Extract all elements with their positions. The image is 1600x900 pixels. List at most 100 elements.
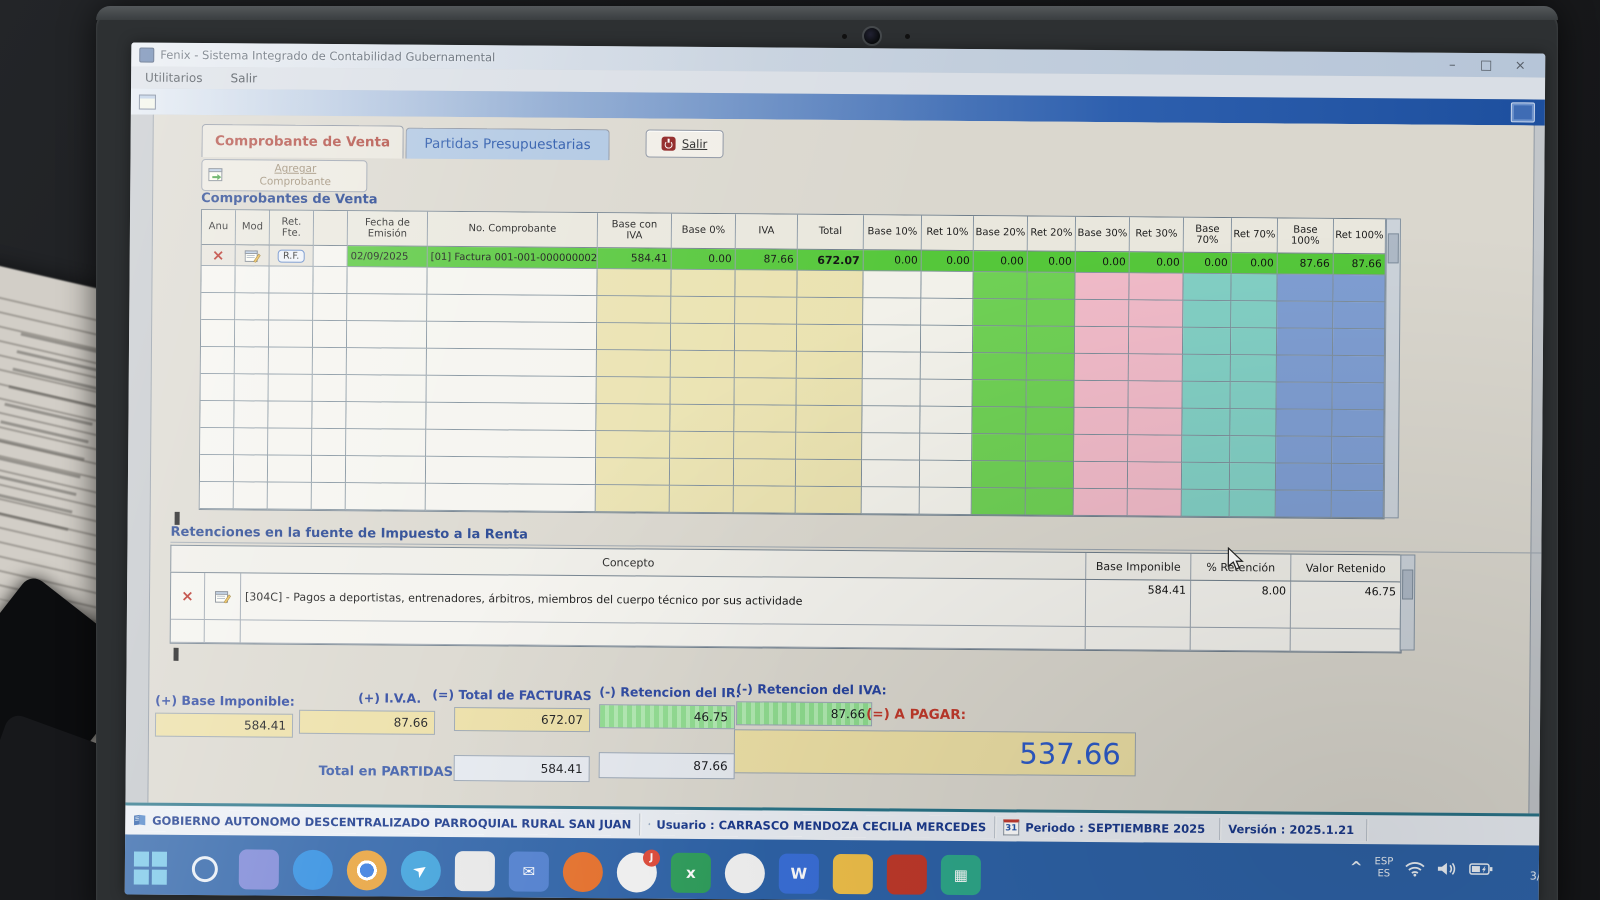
empty-cell [920, 434, 972, 461]
empty-cell [1333, 275, 1385, 302]
menu-salir[interactable]: Salir [216, 71, 271, 85]
empty-cell [312, 456, 346, 483]
empty-cell [597, 377, 671, 405]
menu-utilitarios[interactable]: Utilitarios [131, 70, 217, 85]
taskbar-icon-search[interactable] [185, 849, 225, 889]
scrollbar-thumb[interactable] [1402, 569, 1413, 599]
empty-cell [235, 293, 269, 320]
taskbar-icon-gmail[interactable]: J [617, 852, 657, 892]
empty-cell [313, 321, 347, 348]
column-header-base-20%: Base 20% [974, 216, 1028, 251]
empty-cell [1075, 300, 1129, 327]
empty-cell [1182, 409, 1230, 436]
empty-cell [427, 322, 597, 350]
taskbar-icon-mail[interactable]: ✉ [509, 851, 549, 891]
minimize-button[interactable]: – [1435, 57, 1469, 72]
battery-icon[interactable] [1469, 862, 1493, 876]
empty-cell [1183, 355, 1231, 382]
salir-button[interactable]: Salir [645, 130, 723, 159]
empty-cell [312, 402, 346, 429]
child-window-icon [139, 94, 156, 109]
empty-cell [201, 347, 235, 374]
taskbar-icon-edge[interactable] [293, 850, 333, 890]
empty-cell [863, 298, 921, 325]
taskbar-icon-task-view[interactable] [239, 849, 279, 889]
tab-partidas-presupuestarias[interactable]: Partidas Presupuestarias [405, 128, 609, 161]
taskbar-icon-excel[interactable]: x [671, 853, 711, 893]
total-facturas-label: (=) Total de FACTURAS [432, 687, 592, 703]
wifi-icon[interactable] [1405, 860, 1425, 876]
empty-cell [1291, 629, 1401, 653]
maximize-button[interactable]: □ [1469, 57, 1503, 72]
taskbar: ➤ ✉ Jx W ▦ ^ ESP ES [125, 834, 1539, 900]
row-cell: 0.00 [672, 249, 736, 271]
empty-cell [268, 402, 312, 429]
empty-cell [1075, 273, 1129, 300]
column-header-base-0%: Base 0% [672, 214, 736, 250]
tray-expand-chevron-icon[interactable]: ^ [1350, 860, 1363, 875]
taskbar-icon-fenix-accounting[interactable]: ▦ [941, 855, 981, 895]
child-window-restore-button[interactable] [1511, 102, 1535, 122]
ret-fuente-label: R.F. [278, 249, 304, 262]
microphone-dot [842, 34, 847, 39]
taskbar-icon-telegram[interactable]: ➤ [401, 851, 441, 891]
scrollbar-thumb[interactable] [175, 512, 180, 525]
empty-cell [347, 321, 427, 349]
scrollbar-thumb[interactable] [1388, 233, 1399, 263]
language-indicator[interactable]: ESP ES [1374, 856, 1393, 879]
table-vertical-scrollbar[interactable] [1384, 218, 1401, 518]
column-header-valor-retenido: Valor Retenido [1291, 555, 1401, 582]
taskbar-icon-acrobat[interactable] [887, 854, 927, 894]
scrollbar-thumb[interactable] [174, 648, 179, 661]
column-header-mod: Mod [236, 210, 270, 245]
taskbar-icon-start[interactable] [131, 848, 171, 888]
empty-cell [427, 268, 597, 296]
system-tray: ^ ESP ES [1350, 854, 1546, 883]
retencion-ir-label: (-) Retencion del IR: [599, 684, 740, 700]
taskbar-icon-word[interactable]: W [779, 854, 819, 894]
empty-cell [972, 488, 1026, 515]
volume-icon[interactable] [1437, 860, 1457, 876]
user-icon [648, 817, 650, 832]
empty-cell [1277, 328, 1333, 355]
empty-cell [1182, 490, 1230, 517]
taskbar-icons: ➤ ✉ Jx W ▦ [131, 848, 981, 895]
empty-cell [269, 375, 313, 402]
delete-icon: × [181, 588, 194, 603]
empty-cell [347, 294, 427, 322]
empty-cell [1191, 628, 1291, 652]
modificar-row-button[interactable] [236, 245, 270, 266]
modificar-retencion-button[interactable] [205, 573, 241, 620]
close-button[interactable]: × [1503, 58, 1537, 73]
taskbar-icon-chrome-profile[interactable] [725, 853, 765, 893]
power-icon [662, 137, 676, 151]
agregar-comprobante-button[interactable]: Agregar Comprobante [201, 159, 367, 192]
tab-comprobante-venta[interactable]: Comprobante de Venta [201, 124, 403, 159]
taskbar-icon-firefox[interactable] [563, 852, 603, 892]
retencion-fuente-button[interactable]: R.F. [270, 246, 314, 267]
empty-cell [1129, 327, 1183, 354]
empty-cell [235, 374, 269, 401]
row-cell: 0.00 [1028, 252, 1076, 273]
anular-row-button[interactable]: × [202, 245, 236, 266]
empty-cell [862, 487, 920, 514]
taskbar-icon-recycle-bin[interactable] [455, 851, 495, 891]
anular-retencion-button[interactable]: × [171, 573, 205, 620]
retenciones-vertical-scrollbar[interactable] [1400, 554, 1416, 650]
row-cell: 0.00 [1184, 253, 1232, 274]
comprobantes-grid: AnuModRet. Fte.Fecha de EmisiónNo. Compr… [199, 209, 1387, 519]
empty-cell [1075, 381, 1129, 408]
taskbar-icon-chrome[interactable] [347, 850, 387, 890]
version-text: Versión : 2025.1.21 [1228, 822, 1354, 837]
empty-cell [346, 402, 426, 430]
iva-label: (+) I.V.A. [299, 690, 421, 706]
empty-cell [1026, 462, 1074, 489]
row-cell [314, 246, 348, 267]
empty-cell [735, 351, 797, 378]
column-header-ret-100%: Ret 100% [1334, 219, 1386, 254]
empty-cell [234, 428, 268, 455]
empty-cell [797, 325, 863, 353]
empty-cell [797, 379, 863, 407]
empty-cell [1277, 274, 1333, 301]
taskbar-icon-file-explorer[interactable] [833, 854, 873, 894]
